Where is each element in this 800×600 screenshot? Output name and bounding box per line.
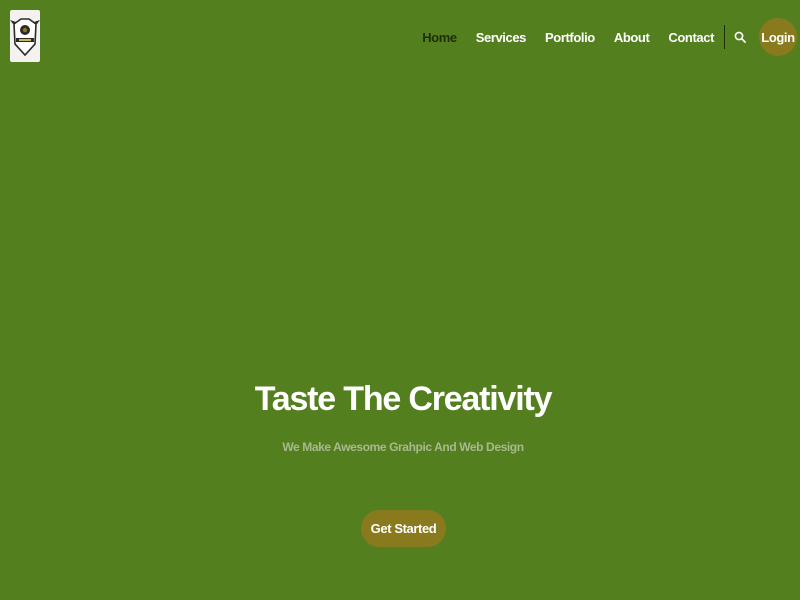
main-nav: Home Services Portfolio About Contact Lo…	[422, 17, 800, 57]
nav-item-home[interactable]: Home	[422, 30, 457, 45]
nav-item-portfolio[interactable]: Portfolio	[545, 30, 595, 45]
shield-crest-logo-icon	[10, 18, 40, 57]
nav-item-about[interactable]: About	[614, 30, 650, 45]
site-header: Home Services Portfolio About Contact Lo…	[0, 0, 800, 75]
logo[interactable]	[10, 10, 40, 62]
get-started-button[interactable]: Get Started	[361, 510, 446, 547]
login-button[interactable]: Login	[759, 18, 797, 56]
nav-item-services[interactable]: Services	[476, 30, 527, 45]
nav-divider	[724, 25, 725, 49]
nav-item-contact[interactable]: Contact	[668, 30, 714, 45]
search-icon	[734, 31, 746, 43]
hero-subtitle: We Make Awesome Grahpic And Web Design	[282, 440, 524, 454]
search-button[interactable]	[733, 30, 747, 44]
hero-title: Taste The Creativity	[254, 380, 553, 418]
